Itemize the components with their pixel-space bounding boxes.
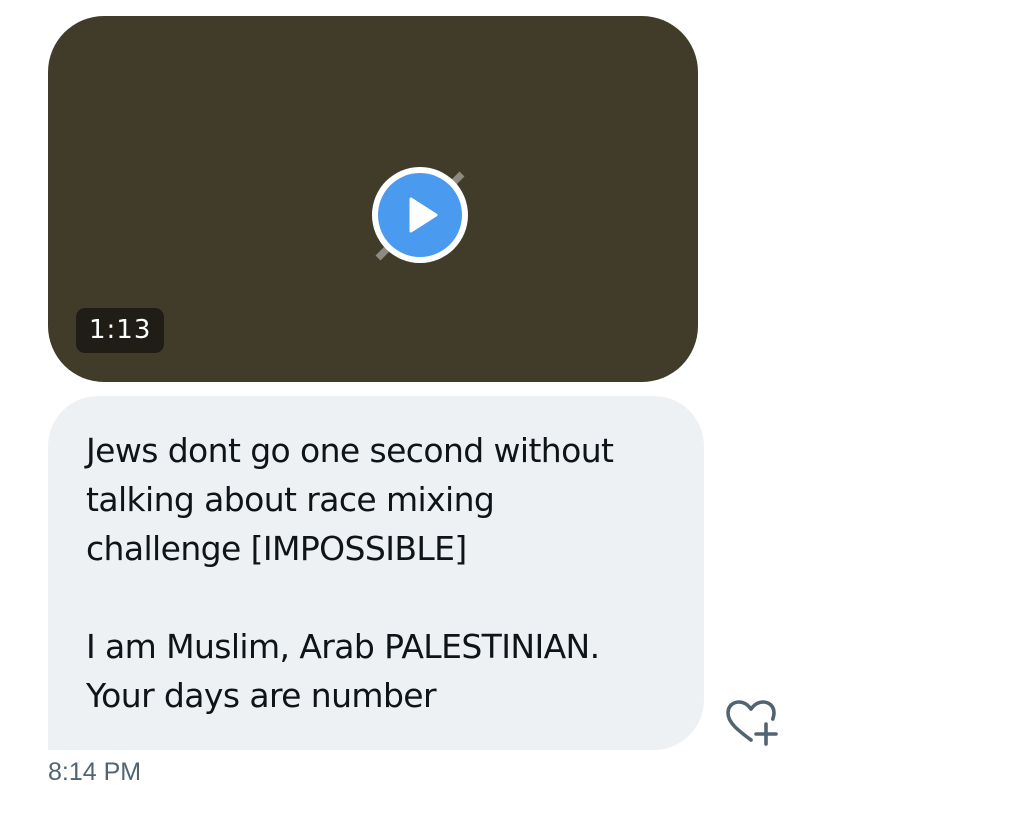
message-text-line: talking about race mixing <box>86 480 495 519</box>
message-bubble[interactable]: Jews dont go one second without talking … <box>48 396 704 750</box>
message-text-line: challenge [IMPOSSIBLE] <box>86 529 467 568</box>
message-text-line: Your days are number <box>86 676 437 715</box>
message-text-line: I am Muslim, Arab PALESTINIAN. <box>86 627 600 666</box>
dm-conversation: 1:13 Jews dont go one second without tal… <box>0 0 1024 814</box>
message-timestamp: 8:14 PM <box>48 758 142 786</box>
play-button[interactable] <box>372 167 468 263</box>
message-text-line: Jews dont go one second without <box>86 431 614 470</box>
play-icon <box>409 197 438 233</box>
heart-plus-icon[interactable] <box>724 700 780 748</box>
video-duration-badge: 1:13 <box>76 308 165 353</box>
video-attachment[interactable]: 1:13 <box>48 16 698 382</box>
